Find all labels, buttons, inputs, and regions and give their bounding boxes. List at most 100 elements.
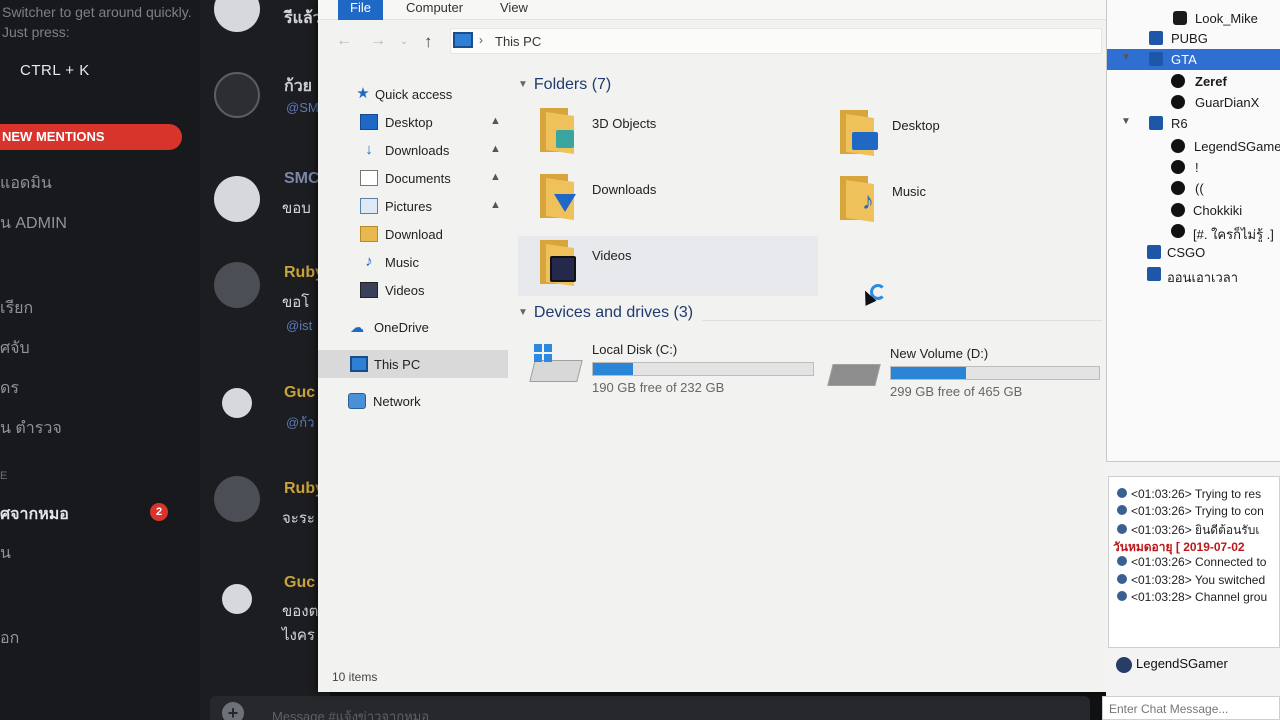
drives-group-header[interactable]: ▼ Devices and drives (3) (518, 304, 693, 322)
nav-onedrive[interactable]: ☁ OneDrive (318, 313, 508, 341)
channel-item[interactable]: น ADMIN (0, 211, 67, 236)
tab-file[interactable]: File (338, 0, 383, 20)
group-label: Folders (7) (533, 76, 612, 93)
nav-documents[interactable]: Documents ▲ (318, 164, 508, 192)
content-pane: ▼ Folders (7) 3D Objects Desktop Download… (518, 70, 1110, 670)
tab-computer[interactable]: Computer (394, 0, 475, 20)
status-bar: 10 items (332, 670, 378, 684)
message-composer[interactable]: + Message #แจ้งข่าวจากหมอ (210, 696, 1090, 720)
breadcrumb-separator-icon: › (479, 33, 483, 47)
avatar[interactable] (214, 476, 260, 522)
current-user[interactable]: LegendSGamer (1116, 656, 1228, 673)
folder-item[interactable]: Desktop (818, 106, 1108, 166)
folder-item[interactable]: 3D Objects (518, 104, 818, 164)
channel-item[interactable]: น (0, 541, 11, 566)
tree-client[interactable]: LegendSGame (1107, 136, 1280, 157)
chat-input[interactable]: Enter Chat Message... (1102, 696, 1280, 720)
tree-client[interactable]: GuarDianX (1107, 92, 1280, 113)
folder-item-selected[interactable]: Videos (518, 236, 818, 296)
avatar[interactable] (214, 72, 260, 118)
nav-label: Videos (385, 283, 425, 298)
channel-item[interactable]: ศจับ (0, 336, 30, 361)
address-bar[interactable]: › This PC (450, 28, 1102, 54)
pin-icon[interactable]: ▲ (490, 171, 501, 183)
nav-label: Documents (385, 171, 451, 186)
message-author[interactable]: รีแล้ว (284, 6, 322, 31)
recent-locations-icon[interactable]: ⌄ (400, 36, 408, 47)
nav-network[interactable]: Network (318, 387, 508, 415)
new-mentions-banner[interactable]: NEW MENTIONS (0, 124, 182, 150)
hard-drive-icon (529, 360, 583, 382)
up-arrow-icon[interactable]: ↑ (424, 32, 433, 52)
tree-client[interactable]: Look_Mike (1107, 8, 1280, 29)
avatar[interactable] (214, 262, 260, 308)
star-icon: ★ (356, 85, 370, 102)
nav-label: Desktop (385, 115, 433, 130)
forward-arrow-icon[interactable]: → (370, 32, 386, 50)
pin-icon[interactable]: ▲ (490, 143, 501, 155)
tree-client[interactable]: [#. ใครก็ไม่รู้ .] (1107, 221, 1280, 242)
pin-icon[interactable]: ▲ (490, 115, 501, 127)
pin-icon[interactable]: ▲ (490, 199, 501, 211)
chevron-down-icon: ▼ (1121, 116, 1131, 127)
tree-channel[interactable]: ออนเอาเวลา (1107, 264, 1280, 285)
drive-item[interactable]: New Volume (D:) 299 GB free of 465 GB (827, 346, 1110, 406)
back-arrow-icon[interactable]: ← (336, 32, 352, 50)
pictures-icon (360, 198, 378, 214)
tree-channel-selected[interactable]: ▼ GTA (1107, 49, 1280, 70)
message-author[interactable]: ก้วย (284, 74, 312, 99)
tab-view[interactable]: View (488, 0, 540, 20)
nav-desktop[interactable]: Desktop ▲ (318, 108, 508, 136)
download-arrow-icon: ↓ (365, 141, 373, 158)
tree-label: [#. ใครก็ไม่รู้ .] (1193, 227, 1274, 242)
tree-client[interactable]: Chokkiki (1107, 200, 1280, 221)
info-icon (1117, 591, 1127, 601)
channel-item-active[interactable]: ศจากหมอ (0, 502, 69, 527)
tree-client[interactable]: (( (1107, 178, 1280, 199)
folder-item[interactable]: Downloads (518, 170, 818, 230)
nav-music[interactable]: ♪ Music (318, 248, 508, 276)
breadcrumb[interactable]: This PC (495, 34, 541, 49)
message-author[interactable]: Guc (284, 384, 315, 402)
group-label: Devices and drives (3) (533, 304, 694, 321)
nav-videos[interactable]: Videos (318, 276, 508, 304)
avatar[interactable] (214, 176, 260, 222)
tree-channel[interactable]: CSGO (1107, 242, 1280, 263)
message-author[interactable]: Guc (284, 574, 315, 592)
channel-item[interactable]: เรียก (0, 296, 33, 321)
status-icon (1171, 160, 1185, 174)
download-arrow-icon (540, 174, 576, 220)
nav-download[interactable]: Download (318, 220, 508, 248)
add-attachment-icon[interactable]: + (222, 702, 244, 720)
avatar[interactable] (214, 0, 260, 32)
hard-drive-icon (827, 364, 881, 386)
message-input[interactable]: Message #แจ้งข่าวจากหมอ (272, 706, 429, 720)
nav-label: Download (385, 227, 443, 242)
message-author[interactable]: SMC (284, 170, 320, 188)
channel-item[interactable]: แอดมิน (0, 171, 52, 196)
nav-this-pc[interactable]: This PC (318, 350, 508, 378)
tree-label: R6 (1171, 116, 1188, 131)
drive-usage-fill (891, 367, 966, 379)
nav-downloads[interactable]: ↓ Downloads ▲ (318, 136, 508, 164)
avatar[interactable] (222, 388, 252, 418)
folders-group-header[interactable]: ▼ Folders (7) (518, 76, 611, 94)
tree-label: Look_Mike (1195, 11, 1258, 26)
tree-client[interactable]: ! (1107, 157, 1280, 178)
windows-logo-icon (534, 344, 552, 362)
channel-item[interactable]: อก (0, 626, 19, 651)
nav-quick-access[interactable]: ★ Quick access (318, 80, 508, 108)
message-text: ขอโ (282, 294, 310, 311)
nav-pictures[interactable]: Pictures ▲ (318, 192, 508, 220)
channel-item[interactable]: น ตำรวจ (0, 416, 62, 441)
nav-label: Quick access (375, 87, 453, 102)
info-icon (1117, 488, 1127, 498)
tree-channel[interactable]: ▼ R6 (1107, 113, 1280, 134)
folder-item[interactable]: ♪ Music (818, 172, 1108, 232)
channel-item[interactable]: ดร (0, 376, 19, 401)
mention-text: @SM (286, 100, 319, 115)
tree-channel[interactable]: PUBG (1107, 28, 1280, 49)
avatar[interactable] (222, 584, 252, 614)
drive-item[interactable]: Local Disk (C:) 190 GB free of 232 GB (529, 342, 822, 402)
tree-client[interactable]: Zeref (1107, 71, 1280, 92)
